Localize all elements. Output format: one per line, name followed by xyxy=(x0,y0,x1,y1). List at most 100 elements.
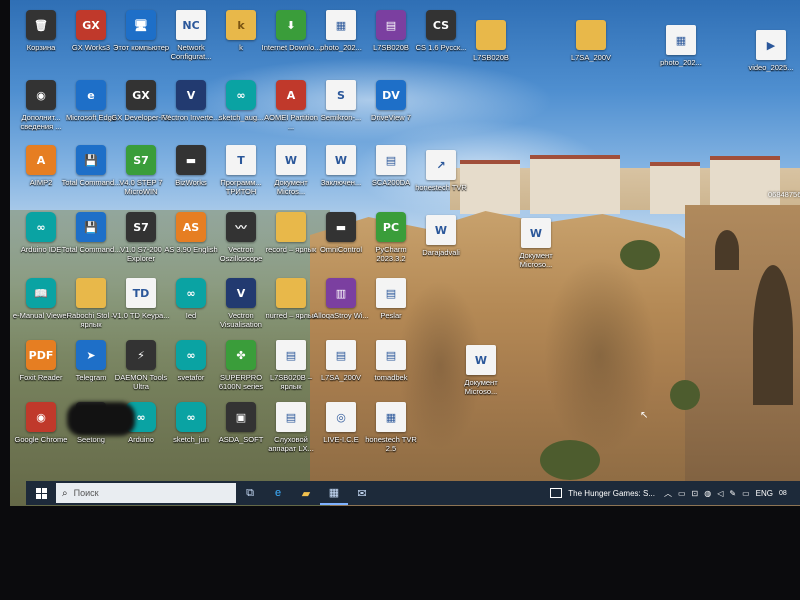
desktop-icon[interactable]: W Darajadvali xyxy=(415,215,467,285)
desktop-icon[interactable]: 🗑 Корзина xyxy=(15,10,67,80)
desktop-icon[interactable]: TD V1.0 TD Keypa... xyxy=(113,278,169,348)
desktop-icon[interactable]: ▦ photo_202... xyxy=(655,25,707,95)
desktop-icon-glyph: GX xyxy=(126,80,156,110)
desktop-icon[interactable]: record – ярлык xyxy=(265,212,317,282)
desktop-icon[interactable]: ∞ svetafor xyxy=(165,340,217,410)
taskbar-edge-icon[interactable]: e xyxy=(264,481,292,505)
desktop-icon[interactable]: ▤ L7SA_200V xyxy=(315,340,367,410)
desktop-icon[interactable]: S7 V4.0 STEP 7 MicroWIN xyxy=(115,145,167,215)
desktop-icon[interactable]: L7SA_200V xyxy=(565,20,617,90)
desktop-icon-label: video_2025... xyxy=(748,63,794,72)
desktop-icon[interactable]: ▦ honestech TVR 2.5 xyxy=(365,402,417,472)
desktop-icon-glyph: ▤ xyxy=(276,340,306,370)
desktop-icon[interactable]: ◉ Google Chrome xyxy=(15,402,67,472)
desktop-icon[interactable]: W Документ Microsо... xyxy=(510,218,562,288)
taskbar: ⌕ Поиск ⧉ e ▰ ▦ ✉ The Hunger Games: S...… xyxy=(26,481,800,505)
desktop-icon[interactable]: V Vectron Inverte... xyxy=(163,80,219,150)
desktop-icon-glyph: ▬ xyxy=(176,145,206,175)
desktop-icon-label: L7SA_200V xyxy=(570,53,612,62)
desktop-icon[interactable]: S Semikron-... xyxy=(315,80,367,150)
desktop-icon[interactable]: ▶ video_2025... xyxy=(745,30,797,100)
desktop-icon[interactable]: ▤ tomadbek xyxy=(365,340,417,410)
desktop-icon[interactable]: ✤ SUPERPRO 6100N series xyxy=(215,340,267,410)
desktop-icon-glyph: 🖥 xyxy=(126,10,156,40)
desktop-icon[interactable]: 〰 Vectron Oszilloscope xyxy=(215,212,267,282)
desktop-icon[interactable]: ⚡ DAEMON Tools Ultra xyxy=(115,340,167,410)
desktop-icon[interactable]: GX GX Developer-FX xyxy=(111,80,171,150)
desktop-icon[interactable]: ◎ LIVE-I.C.E xyxy=(315,402,367,472)
desktop-icon[interactable]: ◉ Дополнит... сведения ... xyxy=(15,80,67,150)
desktop-icon[interactable]: 💾 Total Command... xyxy=(62,145,120,215)
desktop-icon[interactable]: ▤ L7SB020B xyxy=(365,10,417,80)
clock[interactable]: 08 xyxy=(779,490,797,497)
desktop-icon[interactable]: W Документ Micros... xyxy=(265,145,317,215)
redacted-area xyxy=(67,402,135,436)
desktop-icon-glyph: ▥ xyxy=(326,278,356,308)
desktop-icon[interactable]: ⬇ Internet Downlo... xyxy=(262,10,320,80)
desktop-icon[interactable]: T Программ... ТРИТОН xyxy=(215,145,267,215)
desktop-icon-glyph: 💾 xyxy=(76,212,106,242)
taskbar-explorer-icon[interactable]: ▰ xyxy=(292,481,320,505)
desktop-icon[interactable]: ∞ sketch_aug... xyxy=(215,80,267,150)
desktop-icon[interactable]: NC Network Configurat... xyxy=(165,10,217,80)
desktop-icon[interactable]: nurred – ярлык xyxy=(265,278,317,348)
search-placeholder: Поиск xyxy=(73,488,99,498)
desktop-icon[interactable]: ∞ Ied xyxy=(165,278,217,348)
desktop-icon[interactable]: ▤ SCA200DA xyxy=(365,145,417,215)
desktop-icon[interactable]: 🖥 Этот компьютер xyxy=(113,10,169,80)
desktop-icon[interactable]: V Vectron Visualisation xyxy=(215,278,267,348)
desktop-icon[interactable]: W Заключен... xyxy=(315,145,367,215)
desktop-icon[interactable]: 📖 e-Manual Viewer xyxy=(13,278,69,348)
network-icon[interactable]: ⊡ xyxy=(692,489,699,498)
desktop-icon[interactable]: CS CS 1.6 Русск... xyxy=(415,10,467,80)
desktop-icon[interactable]: ↗ honestech TVR xyxy=(415,150,467,220)
desktop-icon[interactable]: S7 V1.0 S7-200 Explorer xyxy=(115,212,167,282)
partial-icon-label[interactable]: 0684875686-... xyxy=(768,190,800,199)
desktop-icon-glyph: ▤ xyxy=(376,145,406,175)
desktop-icon[interactable]: Rabochi Stol – ярлык xyxy=(65,278,117,348)
desktop-icon[interactable]: GX GX Works3 xyxy=(65,10,117,80)
taskbar-mail-icon[interactable]: ✉ xyxy=(348,481,376,505)
desktop-icon[interactable]: e Microsoft Edge xyxy=(65,80,117,150)
taskbar-calendar-icon[interactable]: ▦ xyxy=(320,481,348,505)
taskbar-search[interactable]: ⌕ Поиск xyxy=(56,483,236,503)
desktop-icon[interactable]: A AOMEI Partition ... xyxy=(264,80,318,150)
desktop-icon-glyph: 📖 xyxy=(26,278,56,308)
desktop-icon[interactable]: W Документ Microso... xyxy=(455,345,507,415)
desktop-icon-glyph xyxy=(276,212,306,242)
desktop-icon[interactable]: ▦ photo_202... xyxy=(315,10,367,80)
globe-icon[interactable]: ◍ xyxy=(704,489,711,498)
desktop-icon-glyph: ➤ xyxy=(76,340,106,370)
desktop-icon[interactable]: ▤ Peslar xyxy=(365,278,417,348)
desktop-icon[interactable]: A AIMP2 xyxy=(15,145,67,215)
desktop-icon[interactable]: ▥ AlloqaStroy Wi... xyxy=(313,278,369,348)
desktop-icon[interactable]: PC PyCharm 2023.3.2 xyxy=(365,212,417,282)
desktop-icon[interactable]: L7SB020B xyxy=(465,20,517,90)
desktop-icon[interactable]: ➤ Telegram xyxy=(65,340,117,410)
desktop-icon[interactable]: DV DriveView 7 xyxy=(365,80,417,150)
speaker-icon[interactable]: ◁ xyxy=(717,489,723,498)
desktop-icon[interactable]: ▬ OmniControl xyxy=(315,212,367,282)
desktop-icon[interactable]: AS AS 3.90 English xyxy=(164,212,218,282)
desktop-icon-glyph: NC xyxy=(176,10,206,40)
desktop-icon[interactable]: ∞ Arduino IDE xyxy=(15,212,67,282)
pen-icon[interactable]: ✎ xyxy=(729,489,736,498)
media-widget[interactable]: The Hunger Games: S... xyxy=(544,481,661,505)
desktop-icon-glyph: ▦ xyxy=(666,25,696,55)
desktop-icon[interactable]: PDF Foxit Reader xyxy=(15,340,67,410)
desktop-icon[interactable]: ▬ BizWorks xyxy=(165,145,217,215)
chevron-up-icon[interactable]: ︿ xyxy=(664,488,672,499)
battery-icon[interactable]: ▭ xyxy=(678,489,686,498)
desktop-icon[interactable]: ▤ Слуховой аппарат LX... xyxy=(265,402,317,472)
desktop-icon-glyph: ▤ xyxy=(326,340,356,370)
desktop-icon[interactable]: ▤ L7SB020B – ярлык xyxy=(265,340,317,410)
desktop-icon-glyph: ∞ xyxy=(176,278,206,308)
desktop-icon[interactable]: 💾 Total Command... xyxy=(62,212,120,282)
desktop-icon[interactable]: ▣ ASDA_SOFT xyxy=(215,402,267,472)
desktop-icon[interactable]: ∞ sketch_jun xyxy=(165,402,217,472)
start-button[interactable] xyxy=(26,481,56,505)
task-view-icon[interactable]: ⧉ xyxy=(236,481,264,505)
desktop-icon[interactable]: kk xyxy=(215,10,267,80)
display-icon[interactable]: ▭ xyxy=(742,489,750,498)
language-indicator[interactable]: ENG xyxy=(756,489,773,498)
